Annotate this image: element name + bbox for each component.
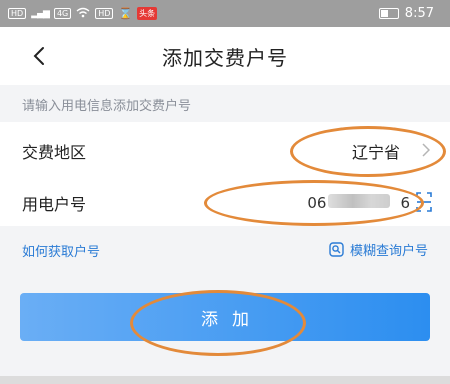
status-left-icons: HD ▂▄▆ 4G HD ⌛ 头条	[0, 7, 158, 21]
wifi-icon	[76, 7, 90, 21]
account-number-row[interactable]: 用电户号 06 6	[0, 179, 450, 226]
bottom-strip	[0, 376, 450, 384]
region-label: 交费地区	[22, 142, 87, 162]
chevron-right-icon	[422, 143, 430, 157]
signal-icon: ▂▄▆	[31, 8, 50, 19]
page-title: 添加交费户号	[162, 45, 288, 70]
status-time: 8:57	[404, 6, 434, 21]
back-button[interactable]	[26, 42, 52, 70]
region-selector-row[interactable]: 交费地区 辽宁省	[0, 122, 450, 180]
account-value-end: 6	[400, 193, 410, 212]
search-icon	[329, 242, 344, 257]
account-value-start: 06	[307, 193, 327, 212]
network-badge: 4G	[53, 8, 72, 19]
hourglass-icon: ⌛	[118, 7, 133, 20]
fuzzy-search-link[interactable]: 模糊查询户号	[329, 240, 428, 259]
redacted-blur	[328, 194, 390, 208]
nav-bar: 添加交费户号	[0, 27, 450, 85]
how-to-get-account-link[interactable]: 如何获取户号	[22, 241, 100, 260]
instruction-text: 请输入用电信息添加交费户号	[22, 99, 192, 114]
account-label: 用电户号	[22, 194, 87, 214]
status-right-icons: 8:57	[378, 6, 450, 21]
add-button[interactable]: 添加	[20, 293, 430, 341]
region-value: 辽宁省	[351, 142, 400, 162]
hd-badge: HD	[8, 8, 27, 19]
hd-badge-2: HD	[95, 8, 114, 19]
chevron-left-icon	[33, 47, 44, 65]
news-app-icon: 头条	[137, 7, 158, 20]
status-bar: HD ▂▄▆ 4G HD ⌛ 头条 8:57	[0, 0, 450, 27]
scan-icon[interactable]	[416, 192, 432, 212]
fuzzy-search-label: 模糊查询户号	[349, 244, 428, 259]
battery-icon	[378, 8, 399, 19]
